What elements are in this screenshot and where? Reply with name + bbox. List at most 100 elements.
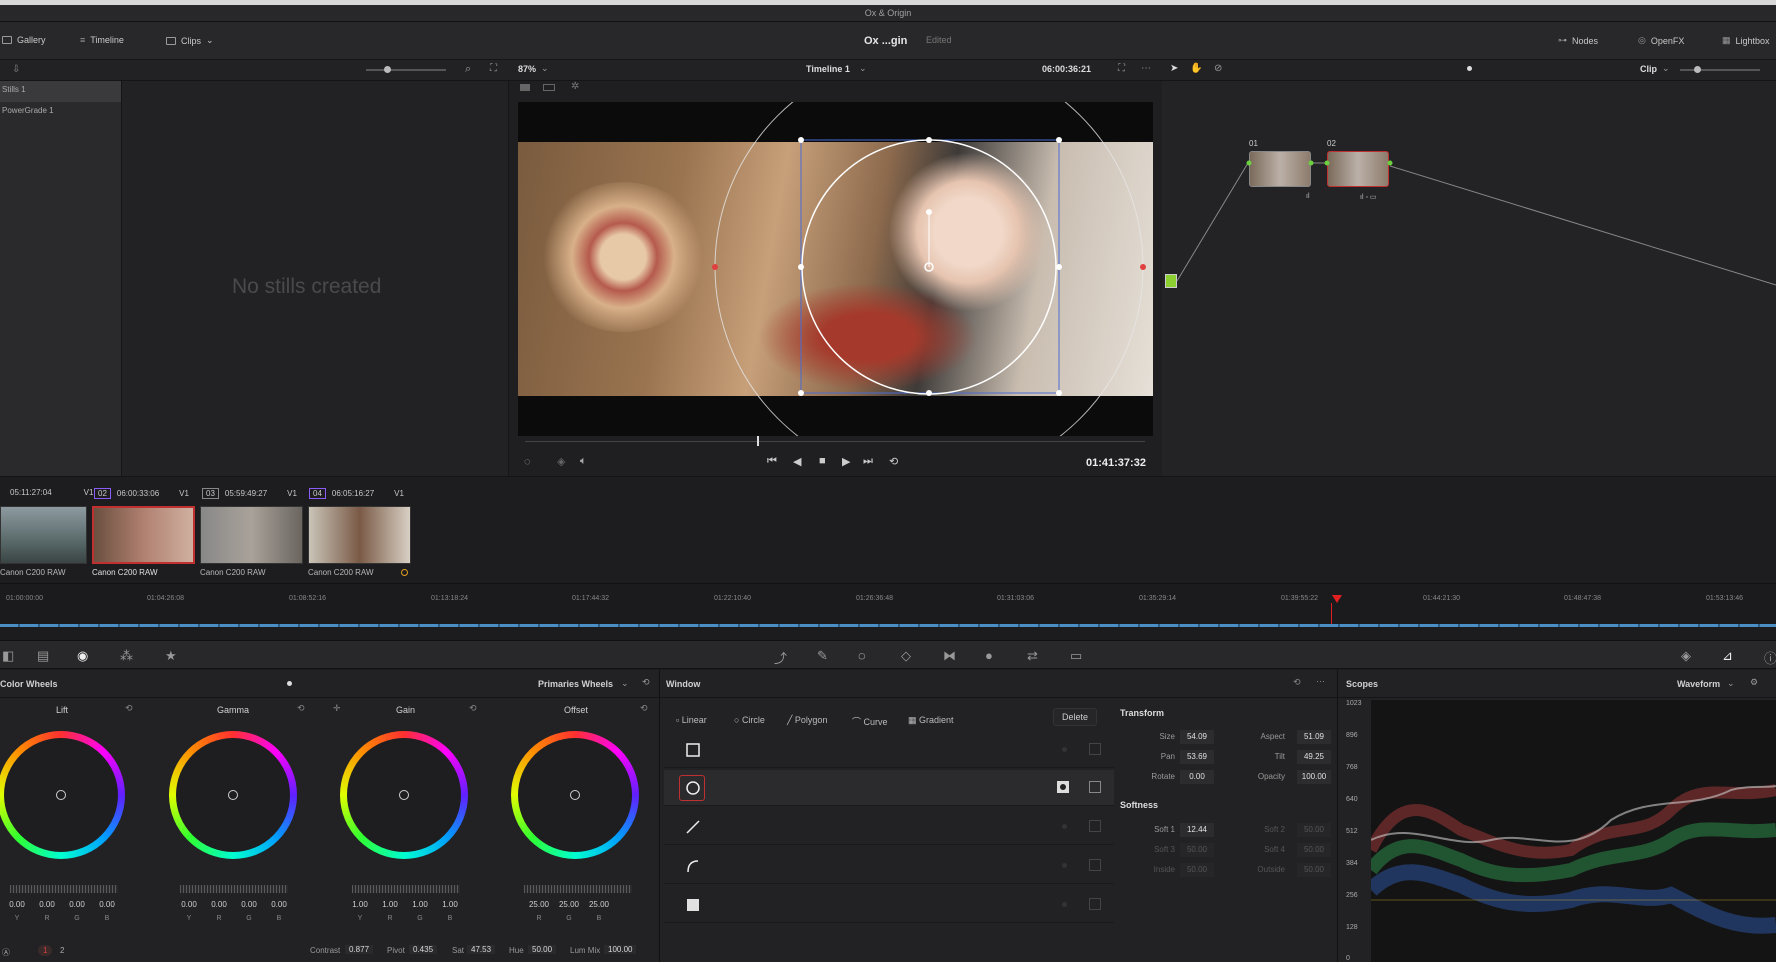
contrast-value[interactable]: 0.877 (345, 945, 374, 954)
value-r[interactable]: 0.00 (35, 900, 59, 909)
color-match-icon[interactable]: ▤ (37, 648, 49, 664)
picker-icon[interactable]: ✛ (333, 703, 341, 714)
play-icon[interactable]: ▶ (842, 455, 850, 468)
settings-icon[interactable]: ⚙ (1750, 677, 1758, 688)
value-g[interactable]: 0.00 (65, 900, 89, 909)
page-1-button[interactable]: 1 (38, 945, 53, 956)
color-wheels-icon[interactable]: ◉ (77, 648, 88, 664)
hue-value[interactable]: 50.00 (528, 945, 557, 954)
window-view-icon[interactable]: ◌ (524, 456, 531, 468)
lift-wheel[interactable] (0, 731, 125, 859)
rgb-mixer-icon[interactable]: ⁂ (120, 648, 133, 664)
wheel-center-handle[interactable] (399, 790, 409, 800)
gain-values[interactable]: 1.00 1.00 1.00 1.00 (348, 900, 462, 909)
lift-values[interactable]: 0.00 0.00 0.00 0.00 (5, 900, 119, 909)
page-2-button[interactable]: 2 (60, 946, 64, 955)
edge-handle[interactable] (1056, 264, 1062, 270)
openfx-button[interactable]: ◎ OpenFX (1638, 35, 1684, 46)
mask-toggle[interactable] (1089, 820, 1101, 832)
album-item[interactable]: PowerGrade 1 (0, 102, 121, 123)
invert-toggle[interactable] (1062, 902, 1067, 907)
mask-toggle[interactable] (1089, 859, 1101, 871)
corner-handle[interactable] (1056, 137, 1062, 143)
gain-master-slider[interactable] (352, 885, 460, 893)
loop-icon[interactable]: ⟲ (889, 455, 898, 468)
page-dot[interactable] (287, 681, 292, 686)
scope-mode-selector[interactable]: Waveform (1677, 679, 1720, 689)
3d-icon[interactable]: ◈ (1681, 648, 1691, 664)
value-r[interactable]: 0.00 (207, 900, 231, 909)
reset-icon[interactable]: ⟲ (297, 703, 305, 714)
value-y[interactable]: 0.00 (177, 900, 201, 909)
reset-icon[interactable]: ⟲ (125, 703, 133, 714)
curves-icon[interactable]: ⤴ (774, 648, 787, 667)
key-icon[interactable]: ⇄ (1027, 648, 1038, 664)
mini-timeline[interactable]: 01:00:00:00 01:04:26:08 01:08:52:16 01:1… (0, 583, 1776, 627)
size-value[interactable]: 54.09 (1180, 730, 1214, 744)
clips-button[interactable]: Clips ⌄ (166, 35, 214, 46)
thumbnail-size-slider[interactable] (366, 66, 446, 73)
wheel-center-handle[interactable] (570, 790, 580, 800)
zoom-level[interactable]: 87% (518, 64, 536, 74)
reset-icon[interactable]: ⟲ (642, 677, 650, 688)
clip-thumbnail-selected[interactable] (92, 506, 195, 564)
invert-toggle[interactable] (1062, 863, 1067, 868)
slider-handle[interactable] (1694, 66, 1701, 73)
soft2-value[interactable]: 50.00 (1297, 823, 1331, 837)
timeline-playhead-marker[interactable] (1332, 595, 1342, 603)
corner-handle[interactable] (798, 137, 804, 143)
camera-raw-icon[interactable]: ◧ (2, 648, 14, 664)
scrub-playhead[interactable] (757, 436, 759, 446)
timecode-display[interactable]: 06:00:36:21 (1042, 64, 1091, 74)
reset-icon[interactable]: ⟲ (640, 703, 648, 714)
chevron-down-icon[interactable]: ⌄ (1727, 678, 1735, 689)
offset-values[interactable]: 25.00 25.00 25.00 (527, 900, 611, 909)
tilt-value[interactable]: 49.25 (1297, 750, 1331, 764)
add-linear-window-button[interactable]: ▫ Linear (676, 715, 707, 725)
nodes-button[interactable]: ⊶ Nodes (1558, 35, 1598, 46)
value-b[interactable]: 0.00 (267, 900, 291, 909)
edge-handle[interactable] (798, 264, 804, 270)
stop-icon[interactable]: ■ (819, 455, 826, 467)
value-y[interactable]: 0.00 (5, 900, 29, 909)
hand-icon[interactable]: ✋ (1190, 63, 1202, 74)
more-options-icon[interactable]: ⋯ (1316, 676, 1325, 687)
wheel-center-handle[interactable] (56, 790, 66, 800)
window-icon[interactable]: ◌ (858, 648, 866, 663)
soft4-value[interactable]: 50.00 (1297, 843, 1331, 857)
gamma-values[interactable]: 0.00 0.00 0.00 0.00 (177, 900, 291, 909)
node-editor[interactable]: 01 02 ıl ıl ◦ ▭ (1162, 81, 1776, 476)
rotate-value[interactable]: 0.00 (1180, 770, 1214, 784)
play-reverse-icon[interactable]: ◀ (793, 455, 801, 468)
outside-value[interactable]: 50.00 (1297, 863, 1331, 877)
softness-handle[interactable] (1140, 264, 1146, 270)
node-zoom-slider[interactable] (1680, 66, 1760, 73)
import-icon[interactable]: ⇩ (12, 64, 20, 75)
gain-wheel[interactable] (340, 731, 468, 859)
volume-icon[interactable]: 🔈︎ (580, 455, 587, 468)
mask-toggle[interactable] (1089, 743, 1101, 755)
power-window-overlay[interactable] (518, 102, 1153, 436)
motion-effects-icon[interactable]: ★ (165, 648, 177, 664)
timeline-playhead-line[interactable] (1331, 603, 1332, 624)
wheels-mode-selector[interactable]: Primaries Wheels (538, 679, 613, 689)
qualifier-icon[interactable]: ✎ (817, 648, 828, 664)
invert-toggle[interactable] (1062, 747, 1067, 752)
soft3-value[interactable]: 50.00 (1180, 843, 1214, 857)
window-row-gradient[interactable] (664, 887, 1114, 923)
mask-toggle[interactable] (1089, 898, 1101, 910)
inside-value[interactable]: 50.00 (1180, 863, 1214, 877)
gamma-master-slider[interactable] (180, 885, 288, 893)
clip-thumbnail[interactable] (0, 506, 87, 564)
reset-icon[interactable]: ⟲ (1293, 677, 1301, 688)
soft1-value[interactable]: 12.44 (1180, 823, 1214, 837)
clip-thumbnail[interactable] (200, 506, 303, 564)
delete-window-button[interactable]: Delete (1053, 708, 1098, 726)
lift-master-slider[interactable] (10, 885, 118, 893)
layers-icon[interactable]: ◈ (557, 455, 565, 468)
chevron-down-icon[interactable]: ⌄ (621, 678, 629, 689)
album-item[interactable]: Stills 1 (0, 81, 121, 102)
info-icon[interactable]: ⓘ (1764, 648, 1776, 667)
value-b[interactable]: 1.00 (438, 900, 462, 909)
offset-master-slider[interactable] (524, 885, 632, 893)
